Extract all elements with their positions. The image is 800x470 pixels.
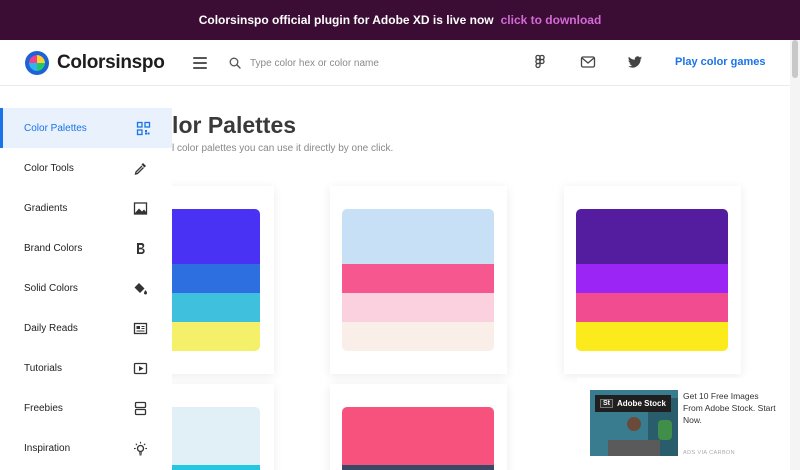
bold-b-icon: [137, 242, 145, 254]
palette-card[interactable]: [330, 384, 507, 470]
ad-badge-label: Adobe Stock: [617, 399, 666, 408]
color-swatch[interactable]: [576, 293, 728, 323]
stack-icon: [134, 401, 147, 416]
ad-badge: St Adobe Stock: [595, 395, 671, 412]
palette-grid-icon: [136, 121, 151, 136]
palette-card[interactable]: [564, 186, 741, 374]
logo-icon[interactable]: [25, 51, 49, 75]
sidebar-item-label: Gradients: [24, 203, 68, 214]
color-swatch[interactable]: [576, 322, 728, 351]
menu-icon[interactable]: [193, 57, 207, 69]
banner-download-link[interactable]: click to download: [501, 13, 602, 27]
sidebar: Color Palettes Color Tools Gradients Bra…: [0, 108, 172, 470]
color-swatch[interactable]: [342, 293, 494, 323]
ad-image[interactable]: St Adobe Stock: [590, 390, 678, 456]
sidebar-item-label: Brand Colors: [24, 243, 83, 254]
mail-icon[interactable]: [580, 54, 596, 70]
paint-bucket-icon: [134, 283, 147, 295]
color-swatch[interactable]: [342, 464, 494, 470]
figma-icon[interactable]: [532, 54, 548, 70]
sidebar-item-inspiration[interactable]: Inspiration: [0, 428, 172, 468]
promo-banner: Colorsinspo official plugin for Adobe XD…: [0, 0, 800, 40]
color-swatch[interactable]: [576, 264, 728, 294]
sidebar-item-tutorials[interactable]: Tutorials: [0, 348, 172, 388]
color-swatch[interactable]: [342, 209, 494, 265]
page-title: olor Palettes: [158, 112, 297, 138]
ad-text[interactable]: Get 10 Free Images From Adobe Stock. Sta…: [683, 390, 779, 426]
sidebar-item-brand-colors[interactable]: Brand Colors: [0, 228, 172, 268]
sidebar-item-daily-reads[interactable]: Daily Reads: [0, 308, 172, 348]
lightbulb-icon: [134, 441, 147, 456]
sidebar-item-freebies[interactable]: Freebies: [0, 388, 172, 428]
palette-card[interactable]: [330, 186, 507, 374]
page-scrollbar[interactable]: [790, 40, 800, 470]
image-icon: [133, 202, 148, 215]
site-header: Colorsinspo Play color games: [0, 40, 800, 86]
adobe-stock-ad[interactable]: St Adobe Stock Get 10 Free Images From A…: [577, 378, 790, 470]
sidebar-item-label: Color Tools: [24, 163, 74, 174]
sidebar-item-label: Inspiration: [24, 443, 71, 454]
sidebar-item-color-tools[interactable]: Color Tools: [0, 148, 172, 188]
color-swatch[interactable]: [342, 407, 494, 465]
search-input[interactable]: [250, 53, 510, 73]
palette-swatches[interactable]: [576, 209, 728, 351]
sidebar-item-label: Daily Reads: [24, 323, 78, 334]
eyedropper-icon: [134, 163, 146, 175]
sidebar-item-label: Tutorials: [24, 363, 62, 374]
newspaper-icon: [133, 322, 148, 335]
color-swatch[interactable]: [342, 322, 494, 351]
page-subtitle: l color palettes you can use it directly…: [172, 143, 394, 154]
sidebar-item-solid-colors[interactable]: Solid Colors: [0, 268, 172, 308]
sidebar-item-label: Freebies: [24, 403, 63, 414]
sidebar-item-gradients[interactable]: Gradients: [0, 188, 172, 228]
sidebar-item-label: Color Palettes: [24, 123, 87, 134]
brand-name[interactable]: Colorsinspo: [57, 52, 165, 74]
color-swatch[interactable]: [342, 264, 494, 294]
sidebar-item-label: Solid Colors: [24, 283, 78, 294]
search-icon: [229, 57, 241, 69]
twitter-icon[interactable]: [627, 54, 643, 70]
banner-text: Colorsinspo official plugin for Adobe XD…: [198, 13, 494, 27]
sidebar-item-color-palettes[interactable]: Color Palettes: [0, 108, 172, 148]
play-color-games-link[interactable]: Play color games: [675, 56, 766, 68]
ad-via-link[interactable]: ADS VIA CARBON: [683, 450, 735, 456]
palette-swatches[interactable]: [342, 209, 494, 351]
palette-swatches[interactable]: [342, 407, 494, 470]
play-icon: [133, 362, 148, 375]
adobe-stock-logo-icon: St: [600, 399, 613, 408]
color-swatch[interactable]: [576, 209, 728, 265]
